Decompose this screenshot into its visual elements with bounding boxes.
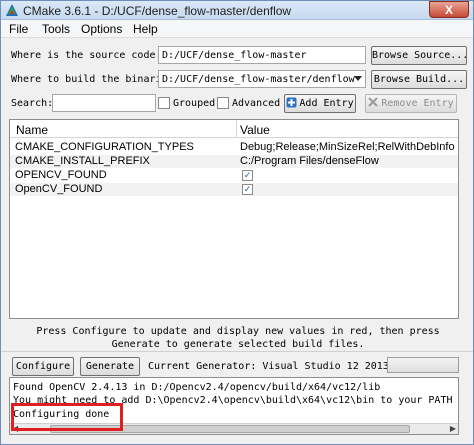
advanced-checkbox[interactable]	[217, 97, 229, 109]
table-row[interactable]: CMAKE_INSTALL_PREFIX C:/Program Files/de…	[10, 155, 458, 168]
divider	[1, 351, 473, 352]
remove-entry-button[interactable]: Remove Entry	[365, 94, 457, 113]
row-value-checkbox[interactable]: ✓	[242, 184, 253, 195]
column-header-value[interactable]: Value	[240, 123, 270, 137]
table-header: Name Value	[10, 120, 458, 138]
remove-entry-label: Remove Entry	[381, 98, 454, 109]
menu-bar: File Tools Options Help	[1, 20, 473, 38]
cache-variables-table[interactable]: Name Value CMAKE_CONFIGURATION_TYPES Deb…	[9, 119, 459, 319]
menu-options[interactable]: Options	[81, 22, 122, 36]
table-row[interactable]: OpenCV_FOUND ✓	[10, 183, 458, 196]
column-divider[interactable]	[236, 120, 237, 138]
source-path-value: D:/UCF/dense_flow-master	[162, 50, 307, 61]
source-label: Where is the source code:	[11, 50, 162, 61]
build-path-combobox[interactable]: D:/UCF/dense_flow-master/denflow	[158, 70, 366, 88]
menu-help[interactable]: Help	[133, 22, 158, 36]
menu-tools[interactable]: Tools	[42, 22, 70, 36]
row-name: CMAKE_INSTALL_PREFIX	[15, 155, 150, 167]
row-value[interactable]: Debug;Release;MinSizeRel;RelWithDebInfo	[240, 141, 456, 153]
window-title: CMake 3.6.1 - D:/UCF/dense_flow-master/d…	[23, 4, 292, 18]
row-name: OPENCV_FOUND	[15, 169, 107, 181]
log-line: Found OpenCV 2.4.13 in D:/Opencv2.4/open…	[13, 382, 381, 393]
close-button[interactable]: X	[429, 1, 469, 18]
configure-hint: Press Configure to update and display ne…	[36, 326, 440, 350]
current-generator-label: Current Generator: Visual Studio 12 2013…	[148, 361, 425, 372]
generate-button[interactable]: Generate	[80, 357, 140, 376]
scroll-right-icon[interactable]: ▶	[450, 424, 456, 433]
add-entry-button[interactable]: Add Entry	[284, 94, 356, 113]
remove-x-icon	[368, 97, 379, 107]
browse-source-button[interactable]: Browse Source...	[371, 46, 468, 65]
grouped-checkbox[interactable]	[158, 97, 170, 109]
cmake-logo-icon	[6, 4, 18, 16]
highlight-annotation-box	[11, 403, 123, 431]
advanced-label: Advanced	[232, 98, 281, 109]
configure-button[interactable]: Configure	[12, 357, 74, 376]
progress-bar	[387, 357, 459, 373]
table-row[interactable]: CMAKE_CONFIGURATION_TYPES Debug;Release;…	[10, 141, 458, 154]
search-label: Search:	[11, 98, 54, 109]
table-row[interactable]: OPENCV_FOUND ✓	[10, 169, 458, 182]
search-input[interactable]	[52, 94, 156, 112]
source-path-input[interactable]: D:/UCF/dense_flow-master	[158, 46, 366, 64]
add-entry-label: Add Entry	[299, 98, 354, 109]
browse-build-button[interactable]: Browse Build...	[371, 70, 467, 89]
title-bar[interactable]: CMake 3.6.1 - D:/UCF/dense_flow-master/d…	[1, 1, 473, 20]
row-name: OpenCV_FOUND	[15, 183, 103, 195]
build-path-value: D:/UCF/dense_flow-master/denflow	[162, 74, 355, 85]
grouped-label: Grouped	[173, 98, 216, 109]
cmake-window: CMake 3.6.1 - D:/UCF/dense_flow-master/d…	[0, 0, 474, 445]
column-header-name[interactable]: Name	[16, 123, 48, 137]
build-label: Where to build the binaries:	[11, 74, 180, 85]
row-value-checkbox[interactable]: ✓	[242, 170, 253, 181]
chevron-down-icon[interactable]	[354, 76, 362, 81]
row-name: CMAKE_CONFIGURATION_TYPES	[15, 141, 194, 153]
row-value[interactable]: C:/Program Files/denseFlow	[240, 155, 456, 167]
plus-icon	[286, 97, 297, 108]
menu-file[interactable]: File	[9, 22, 28, 36]
